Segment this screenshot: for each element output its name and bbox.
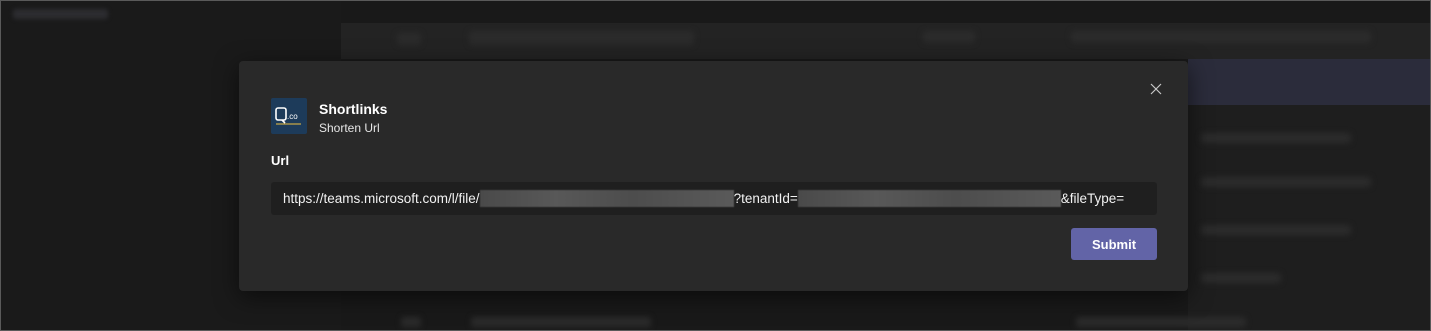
background-blur-7: [1201, 225, 1351, 235]
url-field-label: Url: [271, 153, 290, 168]
close-button[interactable]: [1146, 79, 1166, 99]
background-right-highlight: [1188, 59, 1430, 105]
background-blur-8: [1201, 273, 1281, 283]
background-blur-6: [1201, 177, 1371, 187]
url-text-part-2: ?tenantId=: [733, 191, 798, 206]
url-input[interactable]: https://teams.microsoft.com/l/file/ ?ten…: [271, 182, 1157, 215]
app-subtitle: Shorten Url: [319, 121, 380, 135]
background-blur-11: [1076, 317, 1246, 327]
screen: .co Shortlinks Shorten Url Url https://t…: [0, 0, 1431, 331]
app-logo-graphic: .co: [275, 107, 301, 125]
background-blur-4: [1071, 31, 1371, 43]
app-name: Shortlinks: [319, 101, 388, 117]
background-blur-3: [923, 31, 975, 43]
redacted-file-id: [479, 190, 734, 207]
url-text-part-3: &fileType=: [1060, 191, 1125, 206]
redacted-tenant-id: [797, 190, 1061, 207]
background-blur-1: [469, 31, 694, 45]
background-blur-5: [1201, 133, 1351, 143]
background-blur-10: [471, 317, 651, 327]
background-blur-9: [401, 317, 421, 327]
close-icon: [1150, 83, 1162, 95]
background-logo-blur: [13, 9, 108, 19]
shorten-url-dialog: .co Shortlinks Shorten Url Url https://t…: [239, 61, 1188, 291]
url-text-part-1: https://teams.microsoft.com/l/file/: [283, 191, 480, 206]
background-blur-2: [397, 33, 421, 45]
app-icon-text: .co: [287, 112, 298, 121]
submit-button[interactable]: Submit: [1071, 228, 1157, 260]
shortlinks-app-icon: .co: [271, 98, 307, 134]
